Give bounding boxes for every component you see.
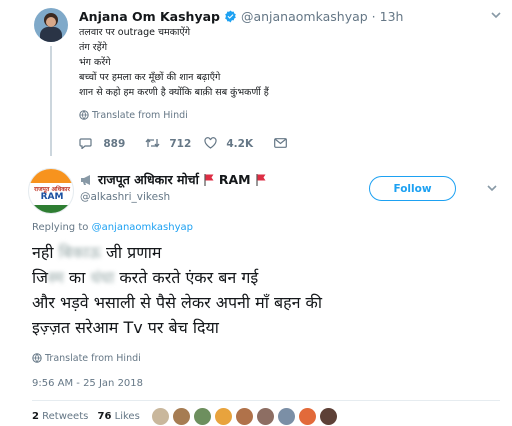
author-handle[interactable]: @anjanaomkashyap: [241, 9, 368, 24]
redacted-word: बिकाऊ: [58, 243, 101, 262]
verified-badge-icon: [224, 10, 237, 23]
reply-text-segment: का: [68, 268, 86, 287]
tweet-line: बच्चों पर हमला कर मूँछों की शान बढ़ाएँगे: [79, 72, 221, 83]
replying-to: Replying to @anjanaomkashyap: [32, 222, 193, 233]
reply-text-segment: जी प्रणाम: [106, 243, 162, 262]
tweet-line: तंग रहेंगे: [79, 42, 108, 53]
megaphone-icon: [80, 174, 94, 186]
likers-avatars: [152, 408, 341, 426]
liker-avatar[interactable]: [236, 408, 253, 425]
reply-line-1: नही बिकाऊ जी प्रणाम: [32, 240, 322, 265]
liker-avatar[interactable]: [173, 408, 190, 425]
likes-label: Likes: [114, 411, 140, 422]
replying-to-label: Replying to: [32, 222, 89, 233]
reply-text-segment: करते करते एंकर बन गई: [119, 268, 259, 287]
likes-count: 76: [97, 411, 112, 422]
globe-icon: [32, 353, 42, 363]
follow-button[interactable]: Follow: [369, 176, 456, 201]
reply-count: 889: [103, 138, 126, 150]
tweet-line: शान से कहो हम करणी है क्योंकि बाक़ी सब क…: [79, 87, 269, 98]
retweets-count: 2: [32, 411, 39, 422]
retweet-count: 712: [169, 138, 192, 150]
translate-label: Translate from Hindi: [45, 353, 141, 364]
reply-line-4: इज़्ज़त सरेआम Tv पर बेच दिया: [32, 318, 219, 337]
author-name[interactable]: Anjana Om Kashyap: [79, 9, 220, 24]
reply-text-segment: जि: [32, 268, 49, 287]
tweet-line: तलवार पर outrage चमकाऐंगे: [79, 27, 191, 38]
reply-author-name-row: राजपूत अधिकार मोर्चा RAM: [80, 172, 267, 188]
retweets-stat[interactable]: 2 Retweets: [32, 411, 92, 422]
engagement-stats: 2 Retweets 76 Likes: [32, 411, 140, 422]
tweet-line: भंग करेंगे: [79, 57, 111, 68]
tweet-body: तलवार पर outrage चमकाऐंगे तंग रहेंगे भंग…: [79, 25, 269, 100]
tweet-menu-chevron-down-icon[interactable]: [491, 12, 501, 19]
reply-author-handle[interactable]: @alkashri_vikesh: [80, 191, 170, 203]
retweets-label: Retweets: [42, 411, 89, 422]
translate-link[interactable]: Translate from Hindi: [79, 110, 188, 121]
translate-link[interactable]: Translate from Hindi: [32, 353, 141, 364]
red-flag-icon: [255, 173, 267, 186]
author-avatar[interactable]: [34, 8, 68, 42]
liker-avatar[interactable]: [299, 408, 316, 425]
reply-author-name[interactable]: राजपूत अधिकार मोर्चा: [98, 172, 199, 187]
globe-icon: [79, 110, 89, 120]
likes-stat[interactable]: 76 Likes: [98, 411, 140, 422]
red-flag-icon: [203, 173, 215, 186]
liker-avatar[interactable]: [278, 408, 295, 425]
liker-avatar[interactable]: [194, 408, 211, 425]
liker-avatar[interactable]: [152, 408, 169, 425]
reply-author-name-suffix[interactable]: RAM: [219, 172, 251, 187]
reply-tweet: राजपूत अधिकार RAM राजपूत अधिकार मोर्चा R…: [0, 160, 512, 426]
reply-button[interactable]: 889: [79, 137, 125, 150]
like-count: 4.2K: [226, 138, 254, 150]
replying-to-handle[interactable]: @anjanaomkashyap: [92, 222, 193, 233]
tweet-timestamp[interactable]: 9:56 AM - 25 Jan 2018: [32, 378, 143, 389]
reply-text: नही बिकाऊ जी प्रणाम जिस्म का धंधा करते क…: [32, 240, 322, 340]
avatar-text-mid: RAM: [40, 192, 64, 202]
reply-author-avatar[interactable]: राजपूत अधिकार RAM: [28, 168, 74, 214]
envelope-icon[interactable]: [274, 138, 287, 148]
retweet-button[interactable]: 712: [145, 137, 191, 150]
tweet-time[interactable]: 13h: [380, 9, 404, 24]
like-button[interactable]: 4.2K: [204, 137, 253, 150]
liker-avatar[interactable]: [215, 408, 232, 425]
reply-text-segment: नही: [32, 243, 54, 262]
reply-line-3: और भड़वे भसाली से पैसे लेकर अपनी माँ बहन…: [32, 293, 322, 312]
tweet-actions: 889 712 4.2K: [79, 137, 339, 153]
reply-icon: [79, 137, 92, 149]
tweet-header: Anjana Om Kashyap @anjanaomkashyap · 13h: [79, 8, 403, 25]
tweet-menu-chevron-down-icon[interactable]: [487, 185, 497, 192]
retweet-icon: [145, 137, 160, 149]
reply-line-2: जिस्म का धंधा करते करते एंकर बन गई: [32, 265, 322, 290]
heart-icon: [204, 137, 217, 149]
redacted-word: स्म: [48, 268, 64, 287]
translate-label: Translate from Hindi: [92, 110, 188, 121]
liker-avatar[interactable]: [320, 408, 337, 425]
original-tweet: Anjana Om Kashyap @anjanaomkashyap · 13h…: [0, 0, 512, 160]
liker-avatar[interactable]: [257, 408, 274, 425]
divider: [32, 400, 500, 401]
thread-connector-line: [50, 46, 52, 156]
redacted-word: धंधा: [90, 268, 115, 287]
dot-separator: ·: [371, 9, 376, 24]
